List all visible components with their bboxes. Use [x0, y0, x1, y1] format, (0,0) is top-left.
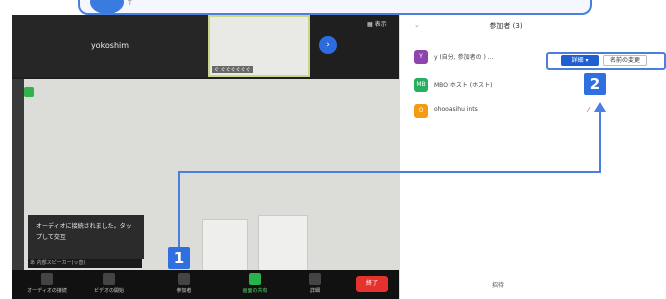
step-badge-1: 1 — [168, 247, 190, 269]
callout-connector — [178, 102, 606, 250]
step-badge-2: 2 — [584, 73, 606, 95]
